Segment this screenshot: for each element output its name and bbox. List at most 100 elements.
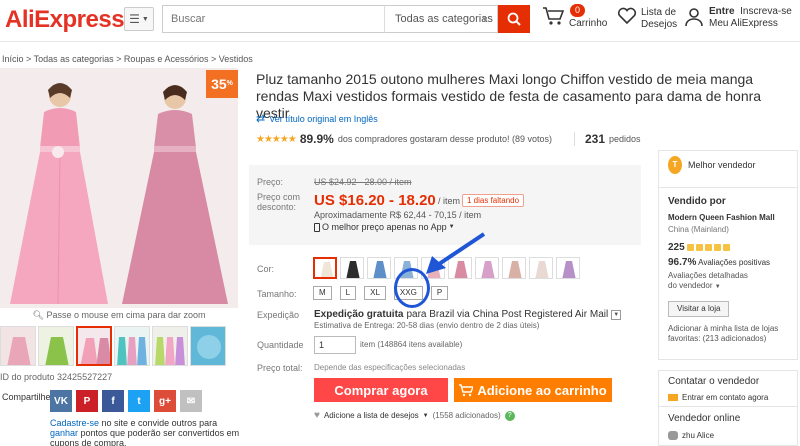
cart-icon[interactable] <box>542 6 565 29</box>
search-input[interactable] <box>162 5 384 33</box>
crown-icon <box>686 244 694 251</box>
seller-detail-link[interactable]: Avaliações detalhadas do vendedor ▼ <box>668 271 758 292</box>
total-price-text: Depende das especificações selecionadas <box>314 363 466 372</box>
wishlist-text: Adicione a lista de desejos <box>323 411 419 420</box>
discount-price-label-line2: desconto: <box>257 202 297 212</box>
translate-title-text: Ver título original em Inglês <box>269 113 378 124</box>
quantity-label: Quantidade <box>257 340 304 350</box>
seller-detail-text: Avaliações detalhadas do vendedor <box>668 271 748 290</box>
online-seller-link[interactable]: zhu Alice <box>668 431 714 440</box>
color-swatch[interactable] <box>556 257 580 279</box>
quantity-available: item (148864 itens available) <box>360 340 463 349</box>
store-name-link[interactable]: Modern Queen Fashion Mall <box>668 213 775 222</box>
register-link[interactable]: Inscreva-se <box>740 6 792 17</box>
my-aliexpress-link[interactable]: Meu AliExpress <box>709 18 792 30</box>
translate-title-link[interactable]: ⇄ Ver título original em Inglês <box>256 112 378 125</box>
product-id: ID do produto 32425527227 <box>0 372 113 382</box>
breadcrumb[interactable]: Início > Todas as categorias > Roupas e … <box>2 54 253 64</box>
categories-menu-button[interactable]: ☰ ▼ <box>124 7 154 31</box>
email-icon[interactable]: ✉ <box>180 390 202 412</box>
visit-store-button[interactable]: Visitar a loja <box>668 301 730 317</box>
quantity-input[interactable]: 1 <box>314 336 356 354</box>
wishlist-link[interactable]: Lista de Desejos <box>641 7 677 31</box>
rating-stars-icon[interactable]: ★★★★★ <box>256 134 297 145</box>
promo-text: pontos que poderão ser convertidos em cu… <box>50 428 240 446</box>
size-option-p[interactable]: P <box>430 286 449 300</box>
thumbnail[interactable] <box>76 326 112 366</box>
share-icons: VK P f t g+ ✉ <box>50 390 202 412</box>
thumbnail[interactable] <box>152 326 188 366</box>
contact-seller-heading: Contatar o vendedor <box>668 376 760 387</box>
heart-icon[interactable] <box>617 7 637 28</box>
cart-label[interactable]: Carrinho <box>569 18 607 29</box>
search-category-value: Todas as categorias <box>395 13 493 25</box>
positive-feedback: 96.7% Avaliações positivas <box>668 257 770 268</box>
color-label: Cor: <box>257 264 275 274</box>
thumbnail[interactable] <box>0 326 36 366</box>
add-favorite-store-link[interactable]: Adicionar à minha lista de lojas favorit… <box>668 324 788 344</box>
rating-text[interactable]: dos compradores gostaram desse produto! … <box>338 134 552 144</box>
thumbnail[interactable] <box>38 326 74 366</box>
points-promo: Cadastre-se no site e convide outros par… <box>50 418 240 446</box>
top-seller-badge: T Melhor vendedor <box>668 156 756 174</box>
crown-icon <box>704 244 712 251</box>
shipping-label: Expedição <box>257 310 300 320</box>
cart-count-badge: 0 <box>570 4 586 17</box>
envelope-icon <box>668 394 678 401</box>
register-promo-link[interactable]: Cadastre-se <box>50 418 99 428</box>
site-header: AliExpress ☰▼ Todas as categorias ▼ 0 Ca… <box>0 0 800 42</box>
search-button[interactable] <box>498 5 530 33</box>
size-label: Tamanho: <box>257 289 297 299</box>
user-icon[interactable] <box>684 7 704 30</box>
help-icon[interactable]: ? <box>504 410 515 421</box>
twitter-icon[interactable]: t <box>128 390 150 412</box>
discount-price: US $16.20 - 18.20 <box>314 192 436 209</box>
thumbnail[interactable] <box>190 326 226 366</box>
size-option-m[interactable]: M <box>313 286 332 300</box>
search-category-select[interactable]: Todas as categorias ▼ <box>384 5 498 33</box>
account-menu[interactable]: Entre Inscreva-se Meu AliExpress <box>709 6 792 30</box>
color-swatch[interactable] <box>502 257 526 279</box>
orders-label: pedidos <box>609 134 641 144</box>
add-to-wishlist[interactable]: ♥ Adicione a lista de desejos ▼ (1558 ad… <box>314 410 515 421</box>
wishlist-count: (1558 adicionados) <box>432 411 501 420</box>
color-swatch[interactable] <box>529 257 553 279</box>
color-swatch[interactable] <box>340 257 364 279</box>
contact-now-link[interactable]: Entrar em contato agora <box>668 393 768 402</box>
heart-icon: ♥ <box>314 410 320 421</box>
sold-by-label: Vendido por <box>668 196 726 207</box>
aliexpress-logo[interactable]: AliExpress <box>5 6 125 34</box>
discount-price-label-line1: Preço com <box>257 192 301 202</box>
vk-icon[interactable]: VK <box>50 390 72 412</box>
shipping-method: Expedição gratuita para Brazil via China… <box>314 309 622 320</box>
wishlist-label-line1: Lista de <box>641 7 677 18</box>
color-swatch[interactable] <box>367 257 391 279</box>
approx-local-price: Aproximadamente R$ 62,44 - 70,15 / item <box>314 210 482 220</box>
divider <box>659 406 797 407</box>
earn-points-link[interactable]: ganhar <box>50 428 78 438</box>
shipping-dropdown-icon[interactable]: ▼ <box>611 309 622 320</box>
rating-summary: ★★★★★ 89.9% dos compradores gostaram des… <box>256 132 641 146</box>
google-plus-icon[interactable]: g+ <box>154 390 176 412</box>
size-option-l[interactable]: L <box>339 286 357 300</box>
pinterest-icon[interactable]: P <box>76 390 98 412</box>
add-to-cart-button[interactable]: Adicione ao carrinho <box>454 378 612 402</box>
translate-icon: ⇄ <box>256 113 266 125</box>
chevron-down-icon: ▼ <box>714 284 721 290</box>
thumbnail[interactable] <box>114 326 150 366</box>
contact-now-text: Entrar em contato agora <box>682 393 769 402</box>
original-price: US $24.92 - 28.00 / item <box>314 177 412 187</box>
delivery-estimate: Estimativa de Entrega: 20-58 dias (envio… <box>314 321 540 330</box>
days-left-badge: 1 dias faltando <box>462 194 525 207</box>
size-option-xl[interactable]: XL <box>364 286 386 300</box>
color-swatch[interactable] <box>313 257 337 279</box>
main-product-image[interactable] <box>0 68 238 308</box>
discount-badge: 35% <box>206 70 238 98</box>
medal-icon: T <box>668 156 682 174</box>
buy-now-button[interactable]: Comprar agora <box>314 378 448 402</box>
sign-in-link[interactable]: Entre <box>709 6 735 17</box>
facebook-icon[interactable]: f <box>102 390 124 412</box>
chevron-down-icon: ▼ <box>481 15 489 24</box>
chevron-down-icon: ▼ <box>141 15 149 23</box>
rating-percent: 89.9% <box>299 132 334 146</box>
